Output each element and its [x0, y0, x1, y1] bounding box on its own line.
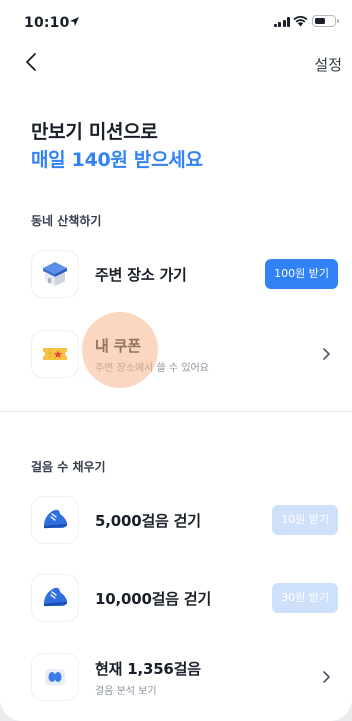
reward-10-button[interactable]: 10원 받기: [272, 505, 338, 535]
page-subtitle: 매일 140원 받으세요: [31, 149, 203, 171]
wifi-icon: [293, 16, 308, 27]
status-time: 10:10: [24, 15, 70, 31]
list-item-nearby-place[interactable]: 주변 장소 가기 100원 받기: [31, 250, 338, 298]
item-label: 10,000걸음 걷기: [95, 590, 212, 608]
item-label: 내 쿠폰: [95, 337, 141, 355]
list-item-my-coupon[interactable]: 내 쿠폰 주변 장소에서 쓸 수 있어요: [31, 330, 338, 378]
signal-icon: [273, 17, 290, 27]
chevron-right-icon: [323, 348, 330, 360]
reward-100-button[interactable]: 100원 받기: [265, 259, 338, 289]
list-item-current-steps[interactable]: 현재 1,356걸음 걸음 분석 보기: [31, 653, 338, 701]
item-sublabel: 주변 장소에서 쓸 수 있어요: [95, 363, 209, 374]
location-arrow-icon: [70, 17, 79, 26]
sneaker-icon: [31, 496, 79, 544]
section-divider: [0, 411, 352, 412]
sneaker-icon: [31, 574, 79, 622]
item-sublabel: 걸음 분석 보기: [95, 686, 157, 697]
ticket-icon: [31, 330, 79, 378]
status-bar: 10:10: [0, 0, 352, 44]
screen: 10:10 설정 만보기 미션으로 매일 140원 받으세요 동네 산책하기 주…: [0, 0, 352, 721]
list-item-10000-steps[interactable]: 10,000걸음 걷기 30원 받기: [31, 574, 338, 622]
box-icon: [31, 250, 79, 298]
section-label-walk: 동네 산책하기: [31, 214, 102, 228]
item-label: 주변 장소 가기: [95, 266, 187, 284]
back-chevron-icon[interactable]: [20, 50, 44, 74]
item-label: 5,000걸음 걷기: [95, 512, 201, 530]
settings-button[interactable]: 설정: [314, 54, 342, 75]
footprints-icon: [31, 653, 79, 701]
list-item-5000-steps[interactable]: 5,000걸음 걷기 10원 받기: [31, 496, 338, 544]
chevron-right-icon: [323, 671, 330, 683]
item-label: 현재 1,356걸음: [95, 660, 201, 678]
battery-icon: [312, 15, 339, 27]
reward-30-button[interactable]: 30원 받기: [272, 583, 338, 613]
page-title: 만보기 미션으로: [31, 121, 158, 143]
section-label-steps: 걸음 수 채우기: [31, 460, 106, 474]
